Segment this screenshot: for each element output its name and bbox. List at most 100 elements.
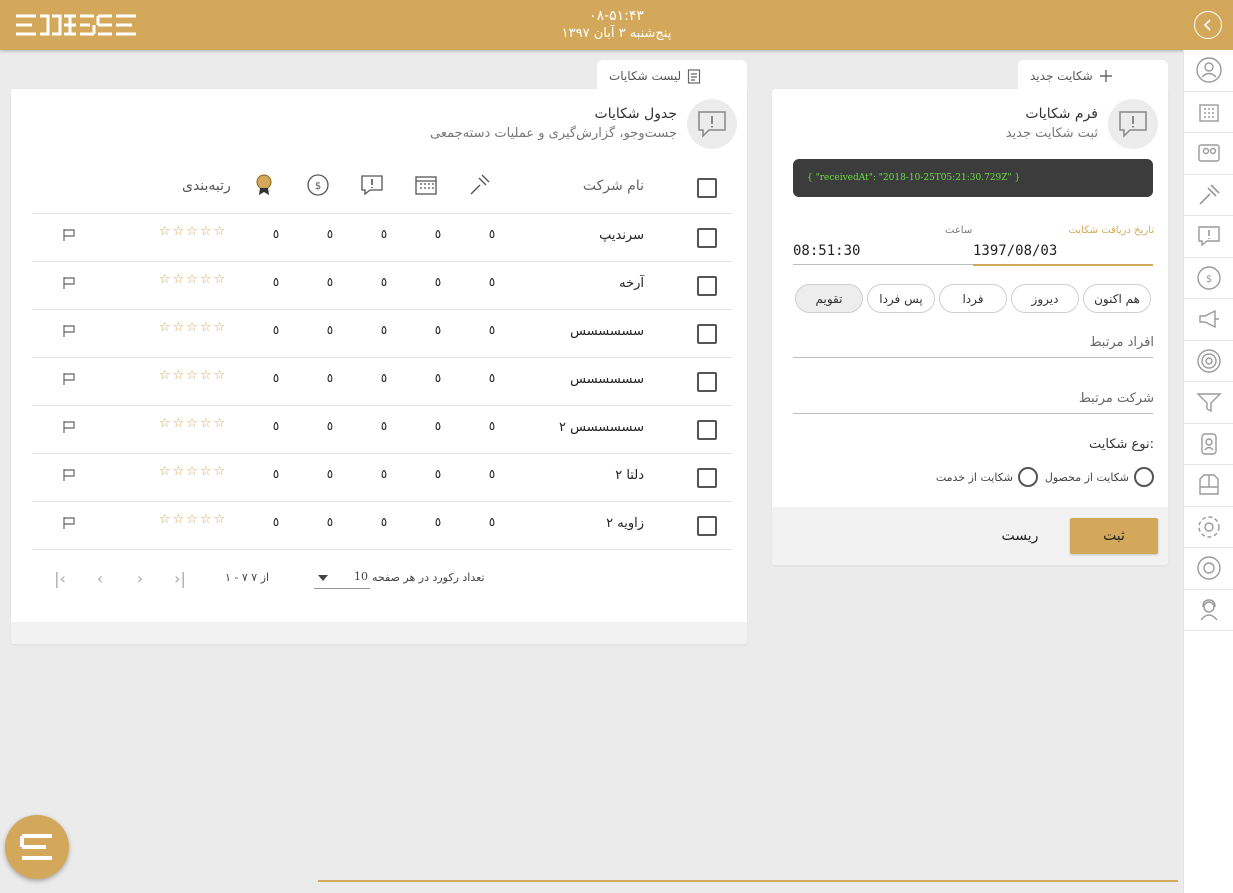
sidebar-item-profile[interactable] xyxy=(1184,50,1233,92)
count-cell: ٥ xyxy=(434,323,442,337)
clock-time: ۰۸-۵۱:۴۳ xyxy=(589,8,644,24)
table-body: سرندیپ ٥ ٥ ٥ ٥ ٥ ☆☆☆☆☆ آرخه ٥ ٥ ٥ ٥ ٥ ☆☆☆☆☆ سسسسسس ٥ ٥ ٥ ٥… xyxy=(32,214,732,550)
column-rating[interactable]: رتبه‌بندی xyxy=(182,178,231,194)
flag-icon[interactable] xyxy=(62,276,76,290)
people-underline xyxy=(793,357,1153,358)
chevron-left-icon xyxy=(1203,19,1211,31)
submit-button[interactable]: ثبت xyxy=(1070,518,1158,554)
calendar-icon[interactable] xyxy=(414,173,438,197)
form-header: فرم شکایات ثبت شکایت جدید xyxy=(1006,99,1158,149)
radio-circle[interactable] xyxy=(1134,467,1154,487)
caret-down-icon xyxy=(318,575,328,581)
complaint-type-label: نوع شکایت: xyxy=(1088,437,1154,452)
sidebar-item-archive[interactable] xyxy=(1184,465,1233,507)
count-cell: ٥ xyxy=(272,323,280,337)
flag-icon[interactable] xyxy=(62,420,76,434)
table-row[interactable]: سسسسسس ۲ ٥ ٥ ٥ ٥ ٥ ☆☆☆☆☆ xyxy=(32,406,732,454)
complaints-table: نام شرکت $ رتبه‌بندی سرندیپ ٥ ٥ ٥ ٥ ٥ ☆☆☆☆☆ آرخ… xyxy=(32,164,732,550)
sidebar-item-finance[interactable]: $ xyxy=(1184,258,1233,299)
calendar-button[interactable]: تقویم xyxy=(795,284,863,313)
rating-stars[interactable]: ☆☆☆☆☆ xyxy=(159,224,227,239)
app-menu-button[interactable] xyxy=(5,815,69,879)
sidebar-item-companies[interactable] xyxy=(1184,92,1233,133)
company-name-cell: دلتا ۲ xyxy=(615,468,644,483)
flag-icon[interactable] xyxy=(62,372,76,386)
previous-page-button[interactable]: ‹ xyxy=(90,569,110,589)
id-badge-icon xyxy=(1200,433,1217,455)
flag-icon[interactable] xyxy=(62,468,76,482)
row-checkbox[interactable] xyxy=(697,516,717,536)
row-checkbox[interactable] xyxy=(697,420,717,440)
back-button[interactable] xyxy=(1194,11,1222,39)
rating-stars[interactable]: ☆☆☆☆☆ xyxy=(159,416,227,431)
row-checkbox[interactable] xyxy=(697,324,717,344)
now-button[interactable]: هم اکنون xyxy=(1083,284,1151,313)
tomorrow-button[interactable]: فردا xyxy=(939,284,1007,313)
sidebar-item-targets[interactable] xyxy=(1184,341,1233,382)
table-row[interactable]: سسسسسس ٥ ٥ ٥ ٥ ٥ ☆☆☆☆☆ xyxy=(32,310,732,358)
company-name-cell: سسسسسس xyxy=(570,324,644,339)
gavel-icon[interactable] xyxy=(468,173,492,197)
dollar-icon[interactable]: $ xyxy=(306,173,330,197)
sidebar-item-agent[interactable] xyxy=(1184,590,1233,631)
per-page-label: تعداد رکورد در هر صفحه xyxy=(372,571,485,584)
flag-icon[interactable] xyxy=(62,228,76,242)
rating-stars[interactable]: ☆☆☆☆☆ xyxy=(159,320,227,335)
count-cell: ٥ xyxy=(272,371,280,385)
next-page-button[interactable]: › xyxy=(130,569,150,589)
per-page-select[interactable]: 10 xyxy=(314,567,370,589)
company-name-cell: زاویه ۲ xyxy=(606,516,644,531)
company-name-cell: آرخه xyxy=(619,276,644,291)
related-company-input[interactable]: شرکت مرتبط xyxy=(1079,391,1154,406)
radio-product[interactable]: شکایت از محصول xyxy=(1045,467,1154,487)
rating-stars[interactable]: ☆☆☆☆☆ xyxy=(159,272,227,287)
table-row[interactable]: آرخه ٥ ٥ ٥ ٥ ٥ ☆☆☆☆☆ xyxy=(32,262,732,310)
date-input[interactable]: 1397/08/03 xyxy=(973,243,1057,259)
rating-stars[interactable]: ☆☆☆☆☆ xyxy=(159,368,227,383)
sidebar-item-auction[interactable] xyxy=(1184,175,1233,216)
flag-icon[interactable] xyxy=(62,324,76,338)
flag-icon[interactable] xyxy=(62,516,76,530)
count-cell: ٥ xyxy=(380,371,388,385)
related-people-input[interactable]: افراد مرتبط xyxy=(1089,335,1154,350)
tab-new-complaint[interactable]: شکایت جدید xyxy=(1018,60,1168,92)
count-cell: ٥ xyxy=(488,227,496,241)
award-medal-icon[interactable] xyxy=(252,173,276,197)
count-cell: ٥ xyxy=(434,371,442,385)
clipboard-icon xyxy=(688,69,701,84)
sidebar-item-marketing[interactable] xyxy=(1184,299,1233,341)
company-name-cell: سرندیپ xyxy=(599,228,644,243)
sidebar-item-id[interactable] xyxy=(1184,424,1233,465)
column-company-name[interactable]: نام شرکت xyxy=(583,178,644,194)
time-input[interactable]: 08:51:30 xyxy=(793,243,860,259)
sidebar-item-settings[interactable] xyxy=(1184,507,1233,548)
select-all-checkbox[interactable] xyxy=(697,178,717,198)
sidebar-item-contacts[interactable] xyxy=(1184,133,1233,175)
last-page-button[interactable]: ›| xyxy=(170,569,190,589)
row-checkbox[interactable] xyxy=(697,372,717,392)
first-page-button[interactable]: |‹ xyxy=(50,569,70,589)
table-row[interactable]: سرندیپ ٥ ٥ ٥ ٥ ٥ ☆☆☆☆☆ xyxy=(32,214,732,262)
radio-service[interactable]: شکایت از خدمت xyxy=(936,467,1038,487)
sidebar-item-complaints[interactable] xyxy=(1184,216,1233,258)
rating-stars[interactable]: ☆☆☆☆☆ xyxy=(159,464,227,479)
table-row[interactable]: دلتا ۲ ٥ ٥ ٥ ٥ ٥ ☆☆☆☆☆ xyxy=(32,454,732,502)
row-checkbox[interactable] xyxy=(697,276,717,296)
alert-message-icon[interactable] xyxy=(360,173,384,197)
yesterday-button[interactable]: دیروز xyxy=(1011,284,1079,313)
rating-stars[interactable]: ☆☆☆☆☆ xyxy=(159,512,227,527)
count-cell: ٥ xyxy=(488,371,496,385)
table-row[interactable]: سسسسسس ٥ ٥ ٥ ٥ ٥ ☆☆☆☆☆ xyxy=(32,358,732,406)
reset-button[interactable]: ریست xyxy=(990,518,1050,554)
pagination-bar: تعداد رکورد در هر صفحه 10 ۱ - ۷ از ۷ |‹ … xyxy=(32,559,732,599)
archive-icon xyxy=(1198,474,1219,495)
radio-circle[interactable] xyxy=(1018,467,1038,487)
table-row[interactable]: زاویه ۲ ٥ ٥ ٥ ٥ ٥ ☆☆☆☆☆ xyxy=(32,502,732,550)
row-checkbox[interactable] xyxy=(697,468,717,488)
tab-complaint-list[interactable]: لیست شکایات xyxy=(597,60,747,92)
sidebar-item-support[interactable] xyxy=(1184,548,1233,590)
day-after-tomorrow-button[interactable]: پس فردا xyxy=(867,284,935,313)
sidebar-item-filter[interactable] xyxy=(1184,382,1233,424)
row-checkbox[interactable] xyxy=(697,228,717,248)
count-cell: ٥ xyxy=(326,371,334,385)
